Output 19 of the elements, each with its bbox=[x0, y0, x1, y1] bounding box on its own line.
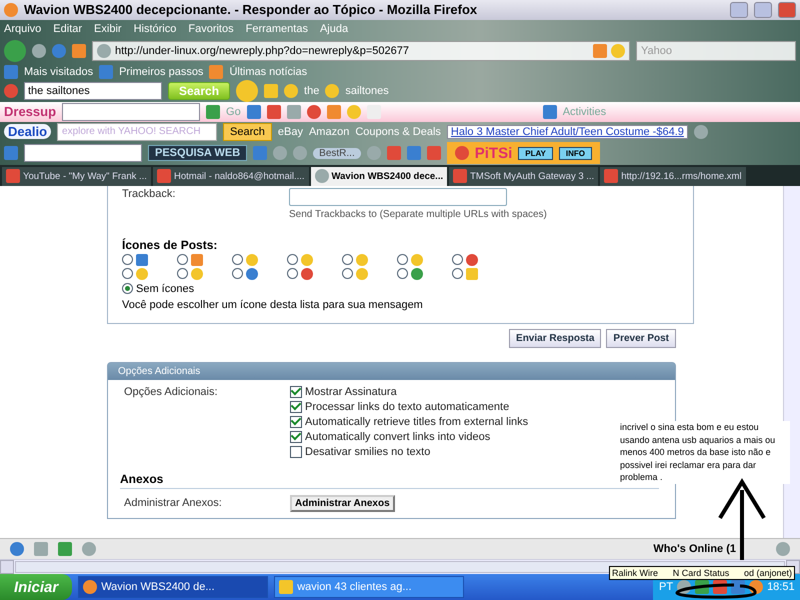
attachments-label: Administrar Anexos: bbox=[124, 497, 223, 510]
tooltip-text: N Card Status bbox=[672, 568, 730, 578]
window-title: Wavion WBS2400 decepcionante. - Responder ao Tópico - Mozilla Firefox bbox=[24, 2, 478, 18]
panel-header: Opções Adicionais bbox=[108, 362, 675, 380]
no-icon-label: Sem ícones bbox=[136, 282, 194, 295]
post-icons-heading: Ícones de Posts: bbox=[122, 238, 218, 252]
options-label: Opções Adicionais: bbox=[124, 386, 219, 400]
trackback-label: Trackback: bbox=[122, 188, 176, 202]
checkbox-label: Automatically retrieve titles from external links bbox=[305, 416, 528, 428]
checkbox-label: Mostrar Assinatura bbox=[305, 386, 397, 398]
checkbox-label: Desativar smilies no texto bbox=[305, 446, 430, 458]
checkbox-label: Processar links do texto automaticamente bbox=[305, 400, 510, 413]
trackback-hint: Send Trackbacks to (Separate multiple URLs with spaces) bbox=[289, 208, 548, 220]
post-icons-hint: Você pode escolher um ícone desta lista para sua mensagem bbox=[122, 298, 424, 311]
tooltip-text: Ralink Wire bbox=[612, 568, 658, 578]
annotation-note: incrivel o sina esta bom e eu estou usando antena usb aquarios a mais ou menos 400 metros da base isto não e possivel irei reclamar era para dar problema . bbox=[620, 421, 790, 484]
checkbox-label: Automatically convert links into videos bbox=[305, 430, 490, 443]
clock: 18:51 bbox=[767, 581, 795, 594]
tooltip-text: od (anjonet) bbox=[744, 568, 792, 578]
